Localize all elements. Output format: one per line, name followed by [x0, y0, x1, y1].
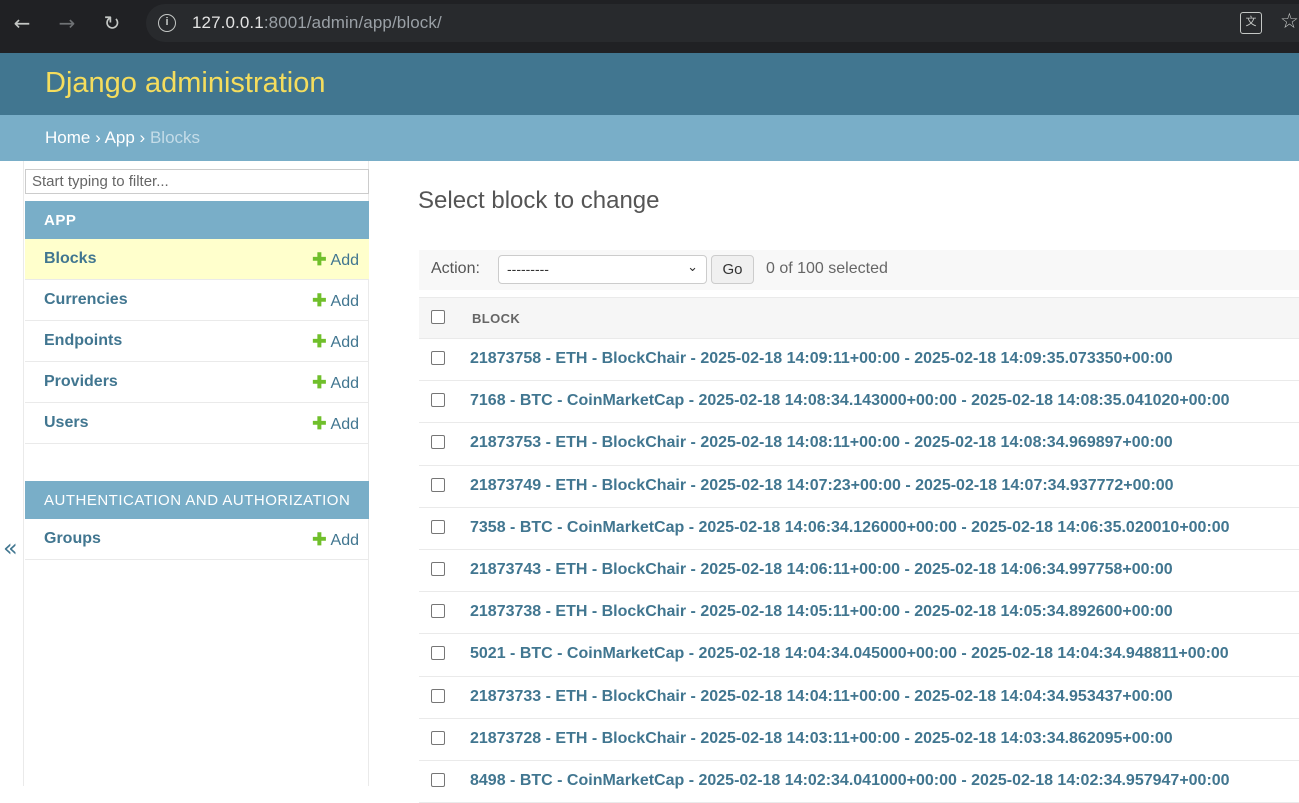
- table-row: 5021 - BTC - CoinMarketCap - 2025-02-18 …: [419, 634, 1299, 677]
- model-link-blocks[interactable]: Blocks: [44, 250, 96, 268]
- row-checkbox[interactable]: [431, 688, 445, 703]
- column-header-block[interactable]: BLOCK: [472, 311, 520, 326]
- row-checkbox[interactable]: [431, 477, 445, 492]
- table-row: 7168 - BTC - CoinMarketCap - 2025-02-18 …: [419, 381, 1299, 424]
- nav-filter-input[interactable]: [25, 169, 369, 194]
- browser-toolbar: ← → ↻ i 127.0.0.1:8001/admin/app/block/ …: [0, 0, 1299, 53]
- page-title: Select block to change: [418, 187, 660, 214]
- breadcrumb-current: Blocks: [149, 128, 201, 147]
- table-row: 21873749 - ETH - BlockChair - 2025-02-18…: [419, 466, 1299, 508]
- address-bar[interactable]: i 127.0.0.1:8001/admin/app/block/: [146, 4, 1299, 42]
- add-endpoints-button[interactable]: ✚ Add: [312, 332, 359, 352]
- row-checkbox[interactable]: [431, 435, 445, 450]
- translate-icon[interactable]: 文: [1240, 12, 1262, 34]
- table-row: 8498 - BTC - CoinMarketCap - 2025-02-18 …: [419, 761, 1299, 803]
- add-blocks-button[interactable]: ✚ Add: [312, 250, 359, 270]
- table-row: 21873728 - ETH - BlockChair - 2025-02-18…: [419, 719, 1299, 761]
- table-row: 21873753 - ETH - BlockChair - 2025-02-18…: [419, 423, 1299, 466]
- result-list: BLOCK 21873758 - ETH - BlockChair - 2025…: [419, 297, 1299, 803]
- action-select[interactable]: --------- ⌄: [498, 255, 707, 284]
- plus-icon: ✚: [312, 332, 327, 351]
- row-link[interactable]: 21873738 - ETH - BlockChair - 2025-02-18…: [470, 603, 1173, 621]
- bookmark-star-icon[interactable]: ☆: [1280, 9, 1299, 33]
- plus-icon: ✚: [312, 373, 327, 392]
- table-row: 21873758 - ETH - BlockChair - 2025-02-18…: [419, 339, 1299, 382]
- row-link[interactable]: 7168 - BTC - CoinMarketCap - 2025-02-18 …: [470, 392, 1230, 410]
- row-checkbox[interactable]: [431, 646, 445, 661]
- breadcrumb-separator: ›: [95, 128, 101, 147]
- sidebar-item-currencies: Currencies ✚ Add: [25, 280, 369, 321]
- plus-icon: ✚: [312, 291, 327, 310]
- row-link[interactable]: 21873749 - ETH - BlockChair - 2025-02-18…: [470, 477, 1174, 495]
- chevron-down-icon: ⌄: [687, 260, 698, 275]
- breadcrumb-home[interactable]: Home: [45, 128, 90, 147]
- plus-icon: ✚: [312, 414, 327, 433]
- action-select-value: ---------: [507, 261, 549, 277]
- sidebar-item-blocks: Blocks ✚ Add: [25, 239, 369, 280]
- breadcrumb-app[interactable]: App: [105, 128, 135, 147]
- actions-bar: Action: --------- ⌄ Go 0 of 100 selected: [419, 250, 1299, 290]
- table-row: 21873743 - ETH - BlockChair - 2025-02-18…: [419, 550, 1299, 593]
- row-link[interactable]: 21873733 - ETH - BlockChair - 2025-02-18…: [470, 688, 1173, 706]
- table-header: BLOCK: [419, 297, 1299, 339]
- url-text[interactable]: 127.0.0.1:8001/admin/app/block/: [192, 13, 442, 33]
- back-arrow-icon[interactable]: ←: [9, 10, 35, 36]
- row-checkbox[interactable]: [431, 772, 445, 787]
- site-header: Django administration: [0, 53, 1299, 115]
- toggle-sidebar-button[interactable]: «: [0, 161, 23, 786]
- row-checkbox[interactable]: [431, 351, 445, 365]
- selection-counter: 0 of 100 selected: [766, 260, 888, 277]
- breadcrumb: Home › App › Blocks: [0, 115, 1299, 161]
- row-checkbox[interactable]: [431, 730, 445, 745]
- model-link-endpoints[interactable]: Endpoints: [44, 332, 122, 350]
- row-checkbox[interactable]: [431, 393, 445, 408]
- row-checkbox[interactable]: [431, 519, 445, 534]
- plus-icon: ✚: [312, 250, 327, 269]
- nav-sidebar: APP Blocks ✚Add Currencies ✚Add Endpoint…: [23, 161, 369, 786]
- sidebar-item-groups: Groups ✚ Add: [25, 519, 369, 560]
- table-row: 21873733 - ETH - BlockChair - 2025-02-18…: [419, 677, 1299, 719]
- module-caption-auth[interactable]: AUTHENTICATION AND AUTHORIZATION: [25, 481, 369, 519]
- add-users-button[interactable]: ✚ Add: [312, 414, 359, 434]
- sidebar-item-providers: Providers ✚ Add: [25, 362, 369, 403]
- row-link[interactable]: 8498 - BTC - CoinMarketCap - 2025-02-18 …: [470, 772, 1230, 790]
- row-link[interactable]: 21873728 - ETH - BlockChair - 2025-02-18…: [470, 730, 1173, 748]
- site-branding[interactable]: Django administration: [45, 67, 325, 100]
- add-groups-button[interactable]: ✚ Add: [312, 530, 359, 550]
- select-all-checkbox[interactable]: [431, 310, 445, 324]
- row-checkbox[interactable]: [431, 561, 445, 576]
- add-currencies-button[interactable]: ✚ Add: [312, 291, 359, 311]
- model-link-providers[interactable]: Providers: [44, 373, 118, 391]
- forward-arrow-icon[interactable]: →: [54, 10, 80, 36]
- row-link[interactable]: 5021 - BTC - CoinMarketCap - 2025-02-18 …: [470, 645, 1229, 663]
- site-info-icon[interactable]: i: [158, 14, 176, 32]
- row-link[interactable]: 21873758 - ETH - BlockChair - 2025-02-18…: [470, 350, 1173, 368]
- row-link[interactable]: 21873743 - ETH - BlockChair - 2025-02-18…: [470, 561, 1173, 579]
- plus-icon: ✚: [312, 530, 327, 549]
- row-link[interactable]: 21873753 - ETH - BlockChair - 2025-02-18…: [470, 434, 1173, 452]
- row-checkbox[interactable]: [431, 604, 445, 619]
- action-label: Action:: [431, 260, 480, 277]
- go-button[interactable]: Go: [711, 255, 754, 284]
- breadcrumb-separator: ›: [139, 128, 146, 147]
- model-link-groups[interactable]: Groups: [44, 530, 101, 548]
- table-row: 7358 - BTC - CoinMarketCap - 2025-02-18 …: [419, 508, 1299, 550]
- table-row: 21873738 - ETH - BlockChair - 2025-02-18…: [419, 592, 1299, 635]
- model-link-users[interactable]: Users: [44, 414, 88, 432]
- collapse-sidebar-icon: «: [3, 534, 18, 562]
- row-link[interactable]: 7358 - BTC - CoinMarketCap - 2025-02-18 …: [470, 519, 1230, 537]
- model-link-currencies[interactable]: Currencies: [44, 291, 128, 309]
- add-providers-button[interactable]: ✚ Add: [312, 373, 359, 393]
- sidebar-item-users: Users ✚ Add: [25, 403, 369, 444]
- sidebar-item-endpoints: Endpoints ✚ Add: [25, 321, 369, 362]
- module-caption-app[interactable]: APP: [25, 201, 369, 239]
- reload-icon[interactable]: ↻: [99, 10, 125, 36]
